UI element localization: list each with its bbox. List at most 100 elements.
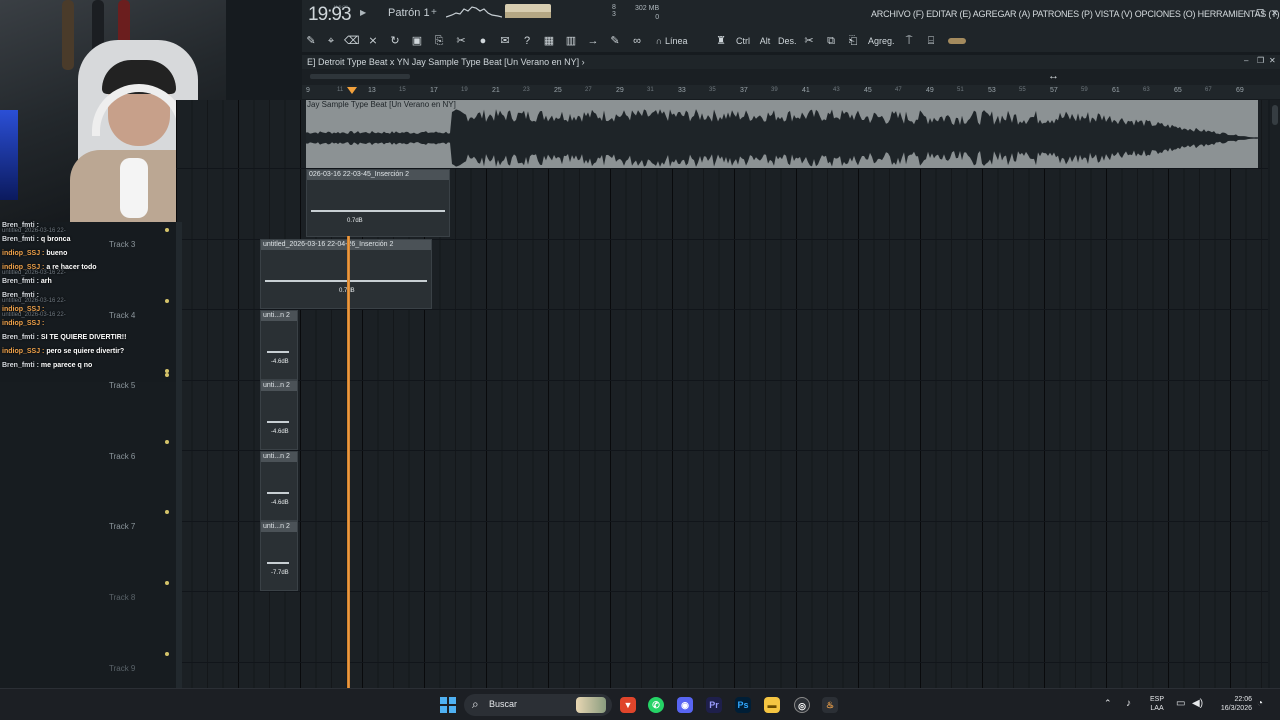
track-activity-dot[interactable] <box>165 510 169 514</box>
select-tool-icon[interactable]: ⎘ <box>432 33 446 49</box>
chat-message: indiop_SSJ : a re hacer todo untitled_202… <box>2 264 97 276</box>
snap-grid-icon[interactable]: ▦ <box>542 33 556 49</box>
chat-ghost-text: untitled_2026-03-16 22- <box>2 228 66 234</box>
taskbar-search[interactable]: ⌕ Buscar <box>464 694 612 716</box>
fl-studio-icon[interactable]: ♨ <box>822 697 838 713</box>
zoom-tool-icon[interactable]: ✂ <box>454 33 468 49</box>
track-header-divider[interactable] <box>176 222 182 688</box>
undo-label[interactable]: Des. <box>778 33 797 49</box>
chat-message: Bren_fmti : q bronca <box>2 236 70 248</box>
playhead[interactable] <box>347 236 350 688</box>
audio-clip[interactable]: unti...n 2 -4.6dB <box>260 310 298 380</box>
track-label[interactable]: Track 8 <box>109 593 135 602</box>
mixer-icon[interactable]: ⍑ <box>902 33 916 49</box>
cart-icon[interactable]: ⌸ <box>924 33 938 49</box>
ruler-tick-label: 65 <box>1174 87 1182 94</box>
plugin-badge[interactable] <box>948 38 966 44</box>
pencil-icon[interactable]: ✎ <box>608 33 622 49</box>
mute-tool-icon[interactable]: ⨯ <box>366 33 380 49</box>
pattern-selector[interactable]: Patrón 1 <box>388 7 430 19</box>
clip-name: unti...n 2 <box>261 522 297 532</box>
audio-clip[interactable]: unti...n 2 -7.7dB <box>260 521 298 591</box>
scroll-thumb[interactable] <box>310 74 410 79</box>
help-icon[interactable]: ? <box>520 33 534 49</box>
horizontal-scrollbar[interactable]: ↔ <box>302 69 1280 85</box>
network-icon[interactable]: ▭ <box>1176 698 1185 709</box>
track-activity-dot[interactable] <box>165 581 169 585</box>
ruler-tick-label: 63 <box>1143 87 1150 93</box>
comment-icon[interactable]: ✉ <box>498 33 512 49</box>
magnet-icon[interactable]: ∩ <box>652 33 666 49</box>
vertical-scrollbar[interactable] <box>1270 100 1280 688</box>
restore-icon[interactable]: ❐ <box>1256 8 1264 19</box>
link-icon[interactable]: ∞ <box>630 33 644 49</box>
premiere-icon[interactable]: Pr <box>706 697 722 713</box>
alt-modifier[interactable]: Alt <box>758 33 772 49</box>
paste-icon[interactable]: ⎗ <box>846 33 860 49</box>
audio-clip[interactable]: untitled_2026-03-16 22-04-26_Inserción 2… <box>260 239 432 309</box>
playlist-close-icon[interactable]: ✕ <box>1269 56 1276 65</box>
clip-name: unti...n 2 <box>261 452 297 462</box>
add-pattern-icon[interactable]: + <box>431 7 437 18</box>
photoshop-icon[interactable]: Ps <box>735 697 751 713</box>
audio-clip[interactable]: 026-03-16 22-03-45_Inserción 2 0.7dB <box>306 169 450 237</box>
playback-marker[interactable] <box>347 87 357 94</box>
main-menu[interactable]: ARCHIVO (F) EDITAR (E) AGREGAR (A) PATRO… <box>871 9 1280 19</box>
notifications-icon[interactable]: ◔ <box>1257 698 1263 709</box>
vertical-scroll-thumb[interactable] <box>1272 105 1278 125</box>
ruler-tick-label: 47 <box>895 87 902 93</box>
timeline-ruler[interactable]: 9 11 13 15 17 19 21 23 25 27 29 31 33 35 37 39 41 43 45 47 4… <box>302 85 1280 99</box>
track-activity-dot[interactable] <box>165 652 169 656</box>
whatsapp-icon[interactable]: ✆ <box>648 697 664 713</box>
track-label[interactable]: Track 9 <box>109 664 135 673</box>
start-icon[interactable] <box>440 697 456 713</box>
volume-icon[interactable]: ◀) <box>1192 698 1203 709</box>
language-indicator[interactable]: ESP LAA <box>1150 695 1164 713</box>
tray-overflow-icon[interactable]: ⌃ <box>1104 698 1112 709</box>
arrow-right-icon[interactable]: → <box>586 33 600 49</box>
track-label[interactable]: Track 7 <box>109 522 135 531</box>
track-activity-dot[interactable] <box>165 440 169 444</box>
playlist-restore-icon[interactable]: ❐ <box>1257 56 1264 65</box>
audio-clip[interactable]: unti...n 2 -4.6dB <box>260 451 298 521</box>
record-icon[interactable]: ● <box>476 33 490 49</box>
piano-icon[interactable]: ▥ <box>564 33 578 49</box>
cut-icon[interactable]: ✂ <box>802 33 816 49</box>
draw-tool-icon[interactable]: ✎ <box>304 33 318 49</box>
chat-message: indiop_SSJ : <box>2 320 44 332</box>
playlist-breadcrumb[interactable]: E] Detroit Type Beat x YN Jay Sample Typ… <box>307 57 585 67</box>
discord-icon[interactable]: ◉ <box>677 697 693 713</box>
chat-text: bueno <box>46 250 68 257</box>
audio-clip[interactable]: unti...n 2 -4.6dB <box>260 380 298 450</box>
mic-icon[interactable]: ♪ <box>1126 698 1131 709</box>
playlist-minimize-icon[interactable]: – <box>1244 56 1248 65</box>
paint-tool-icon[interactable]: ⌖ <box>324 33 338 49</box>
chat-text: SI TE QUIERE DIVERTIR!! <box>40 334 127 341</box>
track-label[interactable]: Track 5 <box>109 381 135 390</box>
track-label[interactable]: Track 6 <box>109 452 135 461</box>
clip-waveform <box>267 562 289 564</box>
track-separator <box>176 450 1268 451</box>
close-icon[interactable]: ✕ <box>1271 8 1279 19</box>
copy-icon[interactable]: ⧉ <box>824 33 838 49</box>
clip-name: unti...n 2 <box>261 381 297 391</box>
delete-tool-icon[interactable]: ⌫ <box>344 33 360 49</box>
add-label[interactable]: Agreg. <box>868 33 895 49</box>
ruler-tick-label: 17 <box>430 87 438 94</box>
fl-studio-menubar: 19:93 M:S:CS ▶ Patrón 1 + 83 302 MB 0 ARC… <box>302 0 1280 30</box>
chat-message: indiop_SSJ : bueno <box>2 250 67 262</box>
chat-username: Bren_fmti : <box>2 236 39 243</box>
slip-tool-icon[interactable]: ↻ <box>388 33 402 49</box>
snap-mode-label[interactable]: Línea <box>665 33 688 49</box>
ruler-tick-label: 51 <box>957 87 964 93</box>
brave-icon[interactable]: ▼ <box>620 697 636 713</box>
obs-icon[interactable]: ◎ <box>794 697 810 713</box>
taskbar-clock[interactable]: 22:06 16/3/2026 <box>1210 695 1252 713</box>
stamp-icon[interactable]: ♜ <box>714 33 728 49</box>
file-explorer-icon[interactable]: ▬ <box>764 697 780 713</box>
ctrl-modifier[interactable]: Ctrl <box>736 33 750 49</box>
minimize-icon[interactable]: – <box>1240 8 1245 18</box>
stream-chat: Bren_fmti : untitled_2026-03-16 22- Bren_… <box>0 222 176 382</box>
slice-tool-icon[interactable]: ▣ <box>410 33 424 49</box>
play-pattern-icon[interactable]: ▶ <box>360 8 366 17</box>
